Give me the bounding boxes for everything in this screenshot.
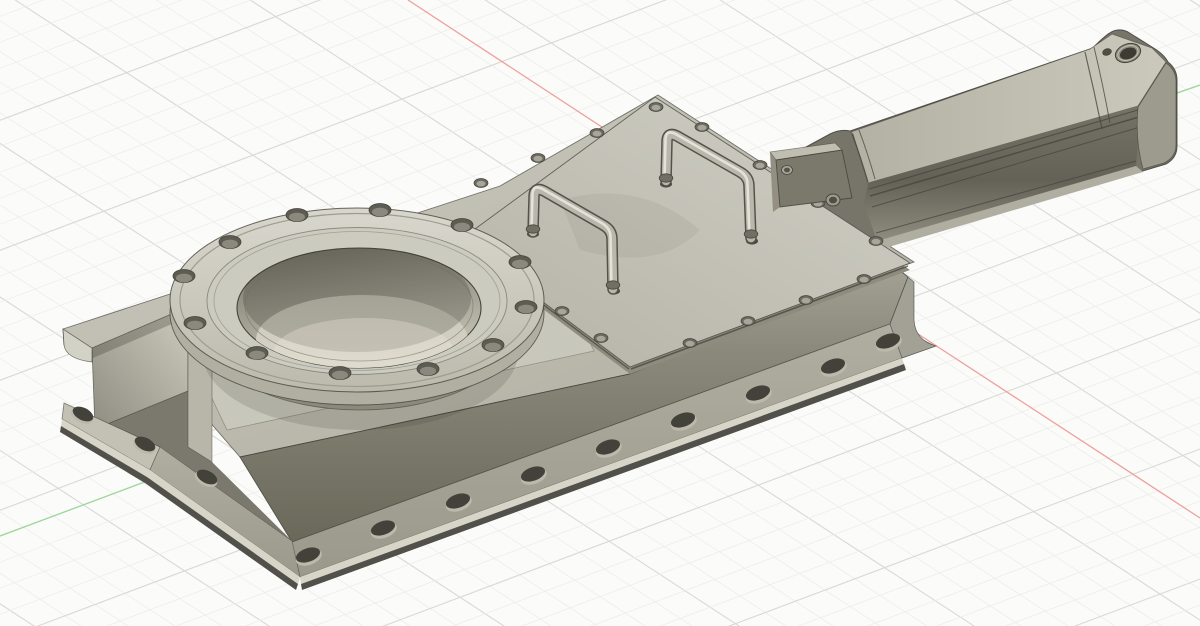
leg-collar: [659, 174, 673, 182]
bolt-head-dome: [558, 309, 567, 315]
leg-collar: [526, 225, 540, 233]
bolt-head-dome: [534, 156, 543, 162]
flange-bolt-hole-floor: [518, 305, 534, 314]
bolt-head-dome: [477, 181, 486, 187]
bolt-head-dome: [597, 336, 606, 342]
flange-bolt-hole-floor: [289, 213, 305, 222]
bolt-head-dome: [652, 105, 661, 111]
y-axis-line: [0, 477, 158, 536]
flange-bolt-hole-floor: [332, 371, 348, 380]
x-axis-line: [912, 330, 1200, 518]
mounting-bracket[interactable]: [770, 143, 852, 212]
bolt-head-dome: [593, 131, 602, 137]
grid-line-steep: [0, 0, 96, 626]
boss-bore: [829, 197, 837, 204]
grid-line-shallow: [0, 549, 1200, 626]
x-axis-line: [408, 0, 611, 133]
grid-line-shallow: [0, 523, 1200, 626]
flange-bolt-hole-floor: [176, 274, 192, 283]
boss-bore: [784, 168, 790, 173]
grid-line-shallow: [0, 0, 1200, 20]
flange-bolt-hole-floor: [420, 367, 436, 376]
pneumatic-cylinder[interactable]: [793, 30, 1177, 255]
flange-bolt-hole-floor: [454, 223, 470, 232]
y-axis-line: [1177, 85, 1200, 93]
grid-line-shallow: [0, 575, 1200, 626]
flange-bolt-hole-floor: [512, 260, 528, 269]
flange-bolt-hole-floor: [485, 343, 501, 352]
flange-bolt-hole-floor: [249, 351, 265, 360]
flange-bolt-hole-floor: [372, 208, 388, 217]
bracket-face: [776, 150, 852, 207]
flange-bolt-hole-floor: [222, 240, 238, 249]
flange-bolt-hole-floor: [187, 321, 203, 330]
cad-canvas[interactable]: [0, 0, 1200, 626]
bolt-head-dome: [698, 125, 707, 131]
grid-line-shallow: [0, 0, 1200, 72]
bracket-pin-boss-large: [826, 194, 840, 206]
leg-collar: [744, 230, 758, 238]
leg-collar: [606, 281, 620, 289]
bolt-head-dome: [860, 277, 869, 283]
bolt-head-dome: [872, 239, 881, 245]
cad-scene[interactable]: [0, 0, 1200, 626]
bolt-head-dome: [802, 298, 811, 304]
bolt-head-dome: [686, 341, 695, 347]
bracket-pin-boss-small: [782, 166, 793, 175]
bolt-head-dome: [744, 319, 753, 325]
bolt-head-dome: [756, 163, 765, 169]
